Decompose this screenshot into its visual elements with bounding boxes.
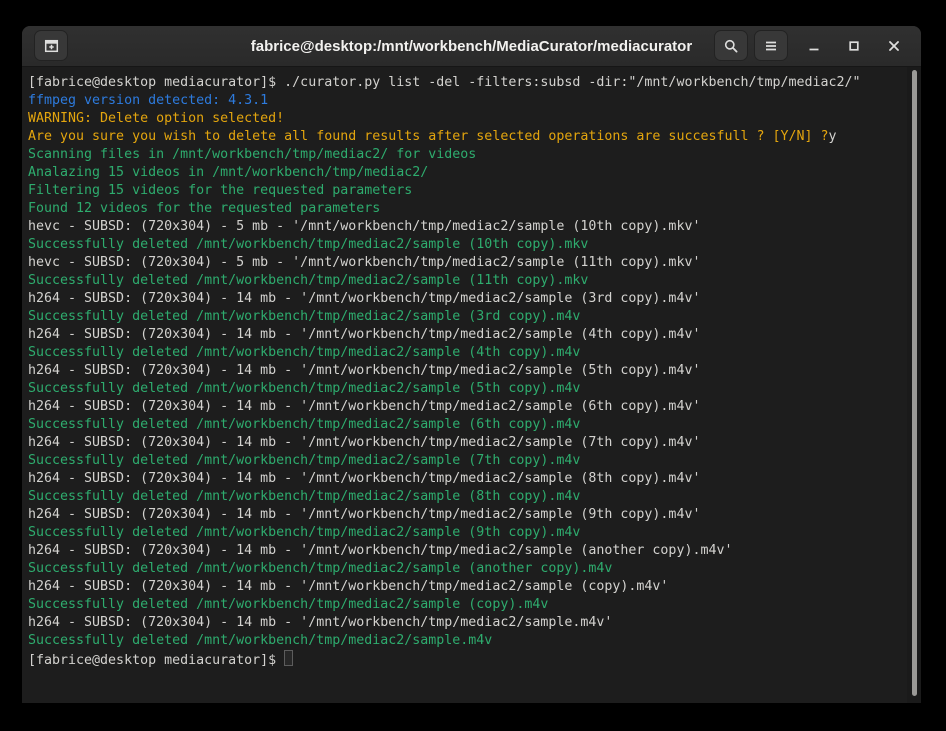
terminal-line: ffmpeg version detected: 4.3.1 xyxy=(28,92,903,110)
terminal-output[interactable]: [fabrice@desktop mediacurator]$ ./curato… xyxy=(22,67,921,703)
terminal-line: Successfully deleted /mnt/workbench/tmp/… xyxy=(28,344,903,362)
terminal-line: Successfully deleted /mnt/workbench/tmp/… xyxy=(28,524,903,542)
terminal-line: Successfully deleted /mnt/workbench/tmp/… xyxy=(28,488,903,506)
new-tab-icon xyxy=(43,38,60,54)
close-button[interactable] xyxy=(879,30,909,61)
terminal-line: Successfully deleted /mnt/workbench/tmp/… xyxy=(28,560,903,578)
terminal-line: h264 - SUBSD: (720x304) - 14 mb - '/mnt/… xyxy=(28,434,903,452)
terminal-line: Successfully deleted /mnt/workbench/tmp/… xyxy=(28,632,903,650)
terminal-line: Are you sure you wish to delete all foun… xyxy=(28,128,903,146)
terminal-line: Successfully deleted /mnt/workbench/tmp/… xyxy=(28,416,903,434)
minimize-icon xyxy=(806,38,822,54)
terminal-line: Filtering 15 videos for the requested pa… xyxy=(28,182,903,200)
hamburger-menu-icon xyxy=(763,38,779,54)
scrollbar-track[interactable] xyxy=(907,67,921,703)
terminal-line: h264 - SUBSD: (720x304) - 14 mb - '/mnt/… xyxy=(28,578,903,596)
terminal-line: h264 - SUBSD: (720x304) - 14 mb - '/mnt/… xyxy=(28,470,903,488)
terminal-line: Successfully deleted /mnt/workbench/tmp/… xyxy=(28,380,903,398)
terminal-line: h264 - SUBSD: (720x304) - 14 mb - '/mnt/… xyxy=(28,290,903,308)
terminal-line: h264 - SUBSD: (720x304) - 14 mb - '/mnt/… xyxy=(28,542,903,560)
terminal-line: Scanning files in /mnt/workbench/tmp/med… xyxy=(28,146,903,164)
minimize-button[interactable] xyxy=(799,30,829,61)
terminal-line: [fabrice@desktop mediacurator]$ xyxy=(28,650,903,668)
menu-button[interactable] xyxy=(754,30,788,61)
terminal-line: Found 12 videos for the requested parame… xyxy=(28,200,903,218)
titlebar[interactable]: fabrice@desktop:/mnt/workbench/MediaCura… xyxy=(22,26,921,67)
terminal-line: h264 - SUBSD: (720x304) - 14 mb - '/mnt/… xyxy=(28,614,903,632)
terminal-line: h264 - SUBSD: (720x304) - 14 mb - '/mnt/… xyxy=(28,362,903,380)
terminal-line: Successfully deleted /mnt/workbench/tmp/… xyxy=(28,236,903,254)
terminal-window: fabrice@desktop:/mnt/workbench/MediaCura… xyxy=(22,26,921,703)
terminal-line: WARNING: Delete option selected! xyxy=(28,110,903,128)
new-tab-button[interactable] xyxy=(34,30,68,61)
terminal-line: hevc - SUBSD: (720x304) - 5 mb - '/mnt/w… xyxy=(28,254,903,272)
terminal-line: h264 - SUBSD: (720x304) - 14 mb - '/mnt/… xyxy=(28,398,903,416)
close-icon xyxy=(886,38,902,54)
terminal-line: hevc - SUBSD: (720x304) - 5 mb - '/mnt/w… xyxy=(28,218,903,236)
search-icon xyxy=(723,38,739,54)
maximize-icon xyxy=(846,38,862,54)
terminal-line: h264 - SUBSD: (720x304) - 14 mb - '/mnt/… xyxy=(28,506,903,524)
terminal-line: Analazing 15 videos in /mnt/workbench/tm… xyxy=(28,164,903,182)
terminal-line: Successfully deleted /mnt/workbench/tmp/… xyxy=(28,596,903,614)
terminal-line: h264 - SUBSD: (720x304) - 14 mb - '/mnt/… xyxy=(28,326,903,344)
terminal-line: Successfully deleted /mnt/workbench/tmp/… xyxy=(28,272,903,290)
scrollbar-thumb[interactable] xyxy=(912,70,917,696)
terminal-line: [fabrice@desktop mediacurator]$ ./curato… xyxy=(28,74,903,92)
terminal-line: Successfully deleted /mnt/workbench/tmp/… xyxy=(28,452,903,470)
search-button[interactable] xyxy=(714,30,748,61)
terminal-cursor xyxy=(284,650,293,666)
terminal-line: Successfully deleted /mnt/workbench/tmp/… xyxy=(28,308,903,326)
maximize-button[interactable] xyxy=(839,30,869,61)
